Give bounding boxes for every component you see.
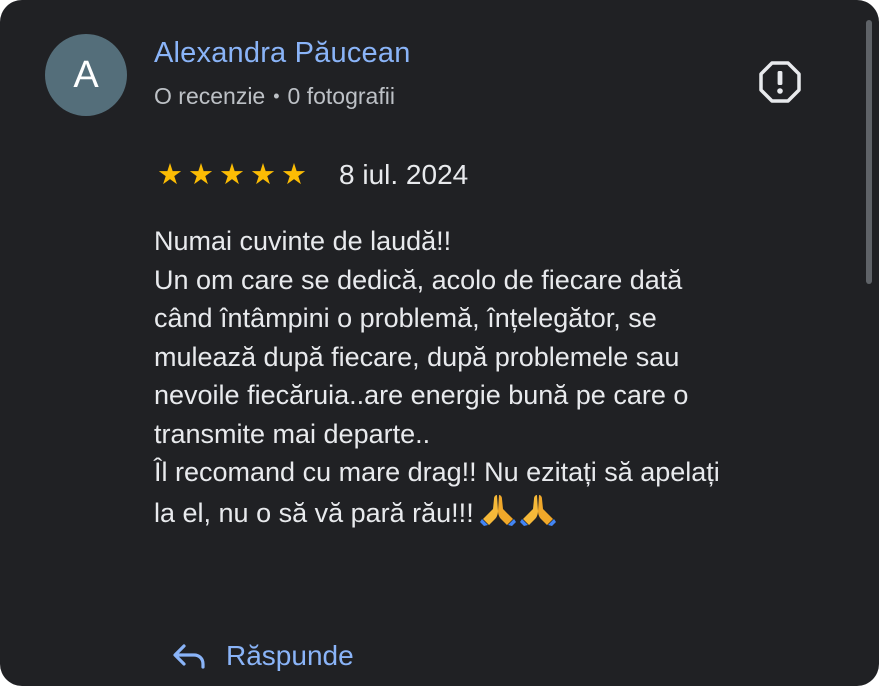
scrollbar[interactable] bbox=[866, 20, 872, 284]
star-rating: ★ ★ ★ ★ ★ bbox=[155, 158, 309, 192]
review-text-line: Numai cuvinte de laudă!! bbox=[154, 226, 452, 256]
star-icon: ★ bbox=[281, 159, 307, 191]
star-icon: ★ bbox=[157, 159, 183, 191]
review-text-line: nevoile fiecăruia..are energie bună pe c… bbox=[154, 380, 689, 410]
review-text-line: mulează după fiecare, după problemele sa… bbox=[154, 341, 680, 372]
meta-separator: • bbox=[273, 86, 280, 106]
review-text: Numai cuvinte de laudă!! Un om care se de… bbox=[154, 222, 854, 536]
review-text-line: transmite mai departe.. bbox=[154, 418, 431, 449]
author-name[interactable]: Alexandra Păucean bbox=[154, 37, 411, 70]
review-text-line: la el, nu o să vă pară rău!!! bbox=[154, 492, 854, 537]
review-card: A Alexandra Păucean O recenzie • 0 fotog… bbox=[0, 0, 879, 686]
emoji-group bbox=[479, 492, 556, 537]
author-review-count: O recenzie bbox=[154, 83, 266, 109]
star-icon: ★ bbox=[219, 159, 245, 191]
author-photo-count: 0 fotografii bbox=[287, 83, 395, 109]
rating-row: ★ ★ ★ ★ ★ 8 iul. 2024 bbox=[155, 158, 468, 192]
reply-label: Răspunde bbox=[226, 640, 354, 671]
review-date: 8 iul. 2024 bbox=[339, 159, 469, 190]
review-text-line: Un om care se dedică, acolo de fiecare d… bbox=[154, 264, 683, 295]
avatar-initial: A bbox=[73, 53, 99, 96]
report-octagon-icon bbox=[759, 61, 801, 103]
star-icon: ★ bbox=[188, 159, 214, 191]
folded-hands-emoji bbox=[479, 492, 516, 537]
review-text-line: Îl recomand cu mare drag!! Nu ezitați să… bbox=[154, 457, 720, 487]
report-button[interactable] bbox=[755, 57, 805, 107]
folded-hands-emoji bbox=[519, 492, 556, 537]
reply-button[interactable]: Răspunde bbox=[172, 640, 354, 672]
review-text-line: când întâmpini o problemă, înțelegător, … bbox=[154, 303, 657, 333]
reply-arrow-icon bbox=[173, 644, 205, 669]
star-icon: ★ bbox=[250, 159, 276, 191]
author-meta: O recenzie • 0 fotografii bbox=[154, 83, 395, 110]
avatar[interactable]: A bbox=[45, 34, 127, 116]
